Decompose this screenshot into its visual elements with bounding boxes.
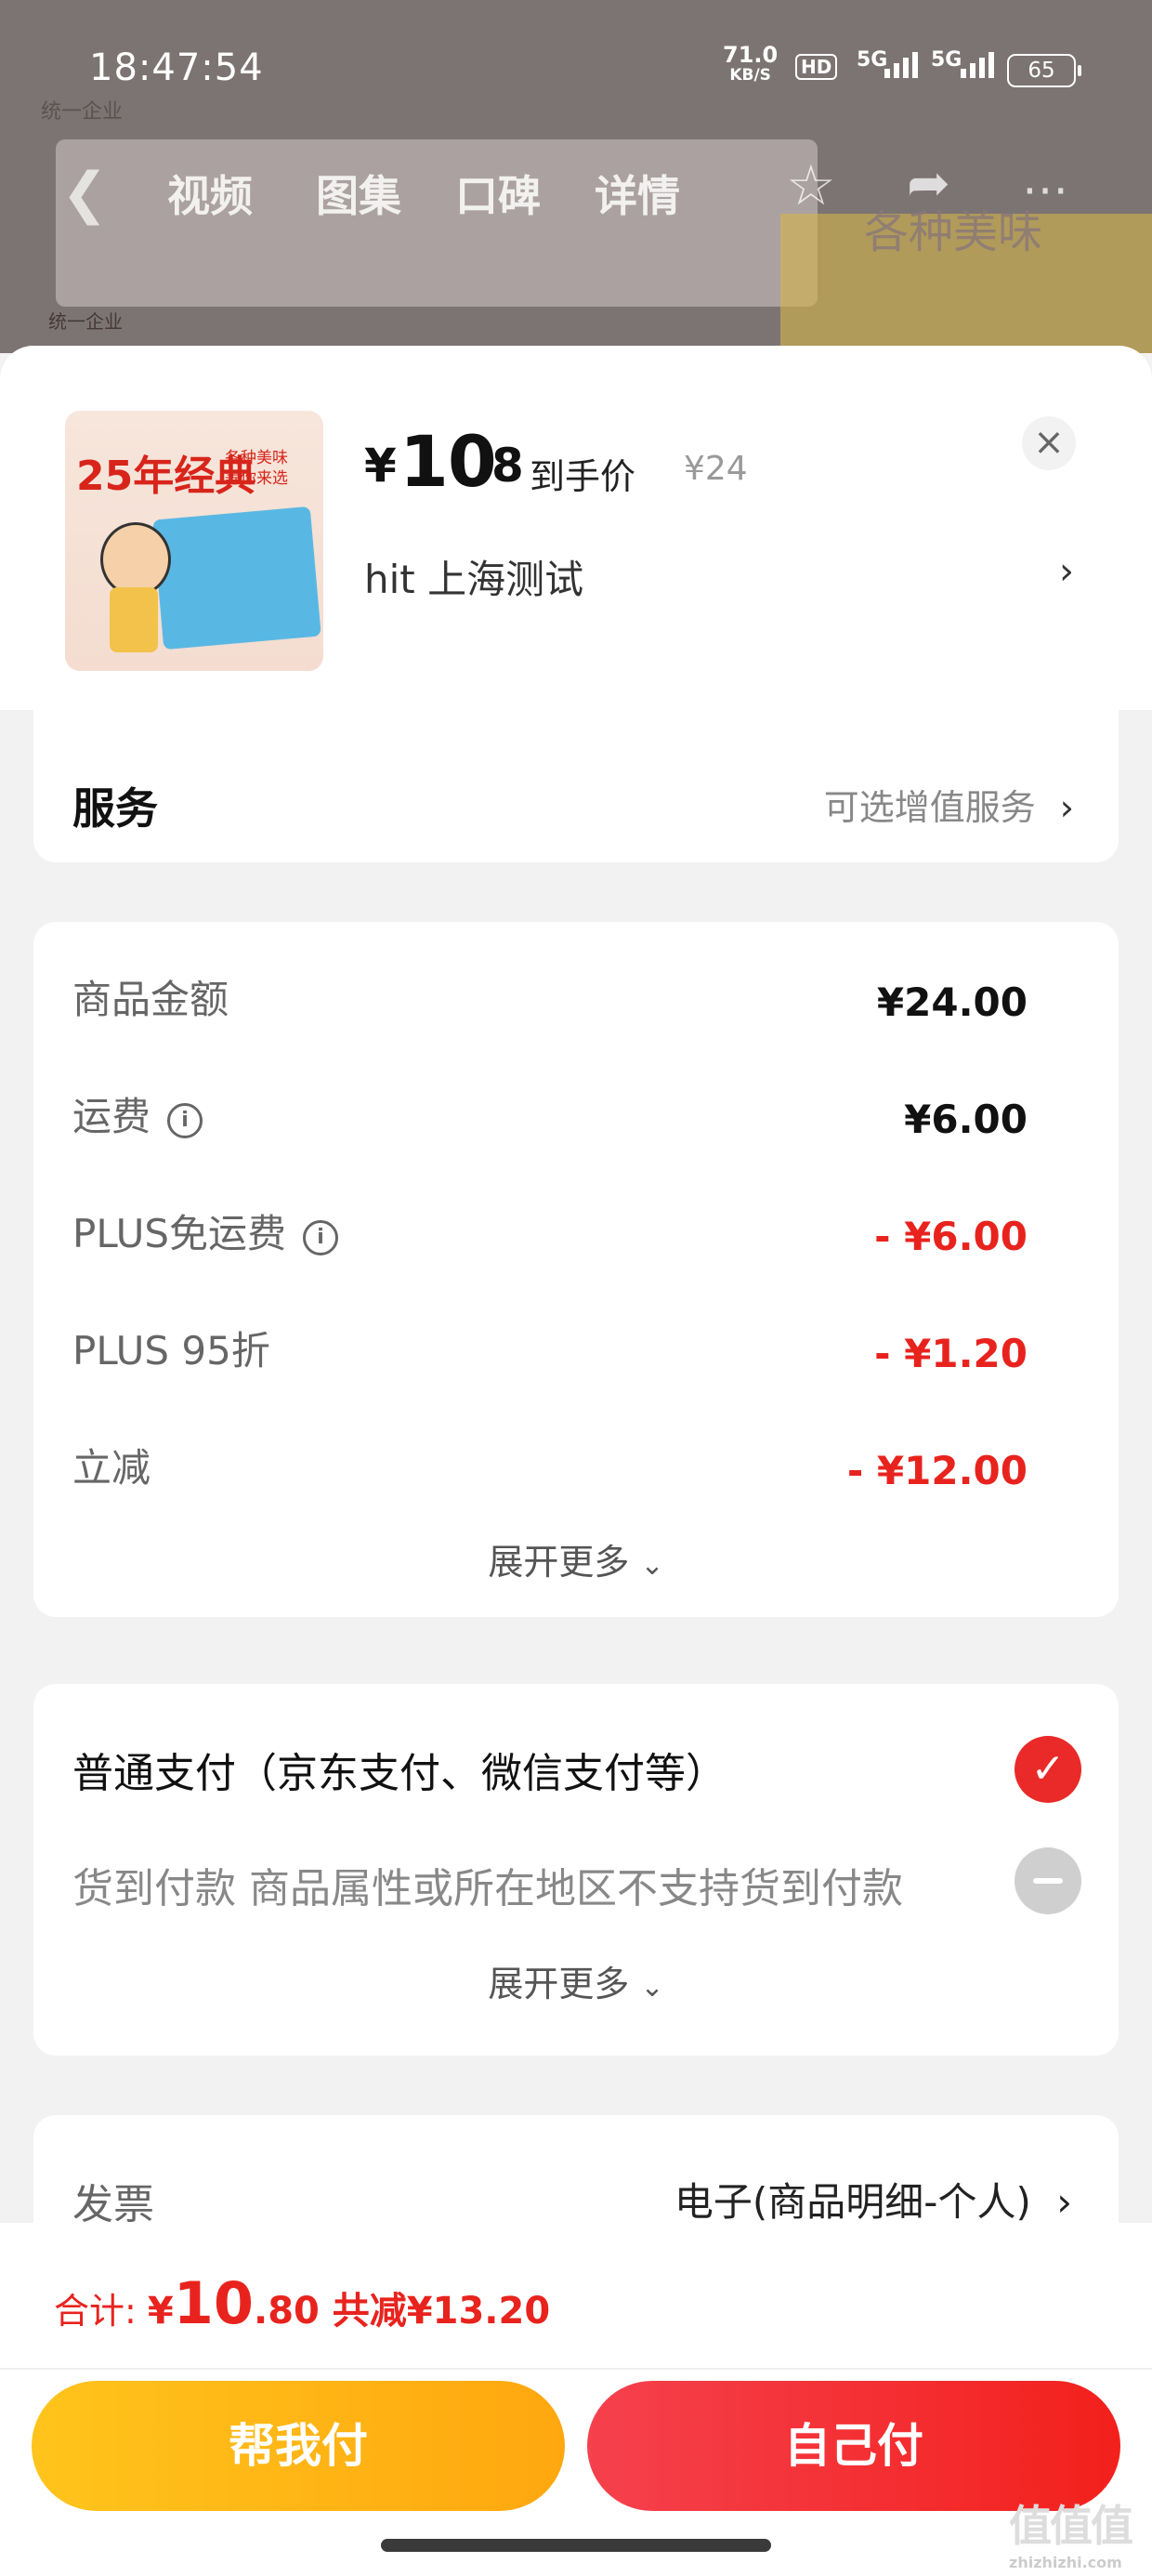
chevron-right-icon: › <box>1059 787 1074 828</box>
product-nav-bar: ❮ 视频 图集 口碑 详情 ☆ ➦ ⋯ <box>0 153 1152 228</box>
fee-label-instant-off: 立减 <box>72 1445 151 1491</box>
chevron-right-icon[interactable]: › <box>1059 550 1074 593</box>
service-options-link[interactable]: 可选增值服务 › <box>824 779 1074 830</box>
fee-label-goods: 商品金额 <box>72 977 229 1022</box>
checkout-action-bar: 合计: ¥10.80 共减¥13.20 帮我付 自己付 值值值 zhizhizh… <box>0 2223 1152 2576</box>
original-price: ¥24 <box>684 450 748 488</box>
total-label: 合计: <box>54 2291 148 2332</box>
fee-label-shipping: 运费 i <box>72 1085 203 1142</box>
thumbnail-subtitle-line1: 各种美味 <box>225 449 288 467</box>
invoice-label: 发票 <box>72 2181 154 2228</box>
payment-option-standard[interactable]: 普通支付（京东支付、微信支付等） <box>72 1740 727 1799</box>
chevron-down-icon: ⌄ <box>640 1549 664 1582</box>
battery-icon: 65 <box>1007 54 1081 87</box>
mascot-body-image <box>110 587 158 652</box>
price-decimal: .8 <box>474 439 524 493</box>
total-currency: ¥ <box>147 2290 174 2333</box>
total-integer: 10 <box>173 2269 255 2337</box>
final-price-label: 到手价 <box>530 456 636 497</box>
price-currency: ¥ <box>364 439 397 493</box>
invoice-value[interactable]: 电子(商品明细-个人) › <box>674 2171 1072 2228</box>
hd-voice-icon: HD <box>795 54 838 80</box>
brand-logo-lower: 统一企业 <box>48 310 123 333</box>
info-icon[interactable]: i <box>167 1103 203 1138</box>
fee-value-plus-discount: - ¥1.20 <box>874 1331 1028 1376</box>
thumbnail-subtitle-line2: 等你来选 <box>225 469 288 488</box>
divider <box>0 2368 1152 2370</box>
tab-gallery[interactable]: 图集 <box>316 163 401 224</box>
expand-more-payment[interactable]: 展开更多 ⌄ <box>33 1955 1119 2006</box>
fee-label-plus-discount: PLUS 95折 <box>72 1328 270 1373</box>
home-indicator[interactable] <box>381 2539 771 2552</box>
watermark-logo-text: 值值值 <box>1009 2501 1133 2551</box>
expand-more-fees[interactable]: 展开更多 ⌄ <box>33 1533 1119 1584</box>
more-dots-icon[interactable]: ⋯ <box>1022 163 1068 217</box>
total-decimal: .80 <box>254 2290 320 2333</box>
expand-more-label: 展开更多 <box>488 1542 630 1583</box>
info-icon[interactable]: i <box>303 1220 339 1255</box>
back-arrow-icon[interactable]: ❮ <box>61 161 108 226</box>
self-pay-button[interactable]: 自己付 <box>587 2381 1120 2511</box>
total-discount: 共减¥13.20 <box>319 2290 551 2333</box>
fee-value-shipping: ¥6.00 <box>904 1097 1028 1142</box>
fee-label-shipping-text: 运费 <box>72 1094 151 1139</box>
friend-pay-button[interactable]: 帮我付 <box>32 2381 565 2511</box>
tab-video[interactable]: 视频 <box>167 163 253 224</box>
close-icon[interactable]: × <box>1022 416 1076 470</box>
disabled-minus-icon <box>1015 1847 1081 1914</box>
watermark-logo: 值值值 zhizhizhi.com <box>1009 2492 1133 2571</box>
chevron-right-icon: › <box>1056 2179 1072 2225</box>
favorite-star-icon[interactable]: ☆ <box>786 153 836 218</box>
expand-more-label: 展开更多 <box>488 1964 630 2004</box>
network-speed-value: 71.0 <box>723 42 779 68</box>
status-time: 18:47:54 <box>89 46 264 89</box>
delivery-address[interactable]: hit 上海测试 <box>364 548 583 605</box>
status-bar: 18:47:54 71.0 KB/S HD 5G 5G 65 <box>0 37 1152 102</box>
fee-value-instant-off: - ¥12.00 <box>846 1448 1028 1493</box>
signal-5g-label: 5G <box>857 48 888 72</box>
tab-reviews[interactable]: 口碑 <box>455 163 541 224</box>
signal-bars-icon-2 <box>961 52 994 78</box>
payment-method-card: 普通支付（京东支付、微信支付等） ✓ 货到付款 商品属性或所在地区不支持货到付款… <box>33 1684 1119 2056</box>
order-total: 合计: ¥10.80 共减¥13.20 <box>54 2269 550 2337</box>
network-speed: 71.0 KB/S <box>723 42 779 85</box>
network-speed-unit: KB/S <box>729 66 771 85</box>
mascot-head-image <box>100 522 171 597</box>
fee-breakdown-card: 商品金额 ¥24.00 运费 i ¥6.00 PLUS免运费 i - ¥6.00 P… <box>33 922 1119 1617</box>
payment-option-cod: 货到付款 商品属性或所在地区不支持货到付款 <box>72 1865 903 1912</box>
checkmark-icon[interactable]: ✓ <box>1015 1736 1081 1803</box>
fee-label-plus-free-shipping: PLUS免运费 i <box>72 1203 339 1259</box>
watermark-site: zhizhizhi.com <box>1009 2554 1122 2571</box>
product-thumbnail: 25年经典 各种美味 等你来选 <box>65 411 323 671</box>
fee-value-plus-free-shipping: - ¥6.00 <box>874 1214 1028 1259</box>
snack-pack-image <box>152 506 321 651</box>
signal-5g-label-2: 5G <box>931 48 962 72</box>
service-card[interactable]: 服务 可选增值服务 › <box>33 710 1119 862</box>
fee-value-goods: ¥24.00 <box>876 979 1028 1025</box>
thumbnail-subtitle: 各种美味 等你来选 <box>225 448 288 489</box>
tab-details[interactable]: 详情 <box>595 163 680 224</box>
invoice-value-text: 电子(商品明细-个人) <box>674 2179 1031 2225</box>
chevron-down-icon: ⌄ <box>640 1971 664 2004</box>
service-title: 服务 <box>72 783 158 834</box>
service-options-label: 可选增值服务 <box>823 787 1036 828</box>
signal-bars-icon <box>884 52 918 78</box>
share-icon[interactable]: ➦ <box>907 153 950 214</box>
product-summary: 25年经典 各种美味 等你来选 ¥ 10 .8 到手价 ¥24 × hit 上海… <box>0 346 1152 710</box>
fee-label-plus-text: PLUS免运费 <box>72 1211 287 1256</box>
